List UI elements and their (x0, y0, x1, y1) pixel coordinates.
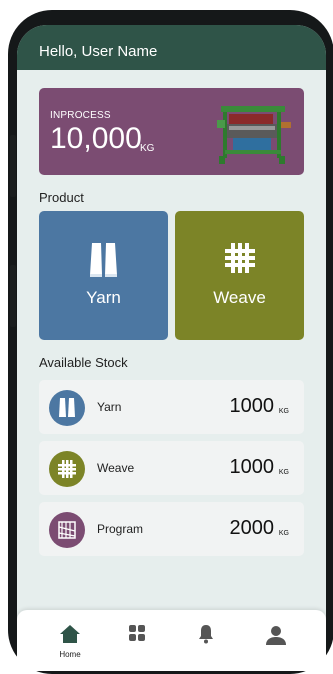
bottom-nav: Home (17, 610, 326, 671)
weave-pattern-icon (49, 451, 85, 487)
stock-section-title: Available Stock (39, 355, 128, 370)
nav-grid[interactable] (117, 624, 157, 647)
app-header: Hello, User Name (17, 25, 326, 70)
inprocess-card[interactable]: INPROCESS 10,000 KG (39, 88, 304, 175)
app-screen: Hello, User Name INPROCESS 10,000 KG Pro… (17, 25, 326, 671)
stock-unit: KG (278, 530, 289, 537)
weave-pattern-icon (224, 243, 255, 273)
stock-row-weave[interactable]: Weave 1000 KG (39, 441, 304, 495)
product-tile-weave[interactable]: Weave (175, 211, 304, 340)
stock-name: Yarn (97, 400, 122, 414)
yarn-spools-icon (49, 390, 85, 426)
side-button (10, 135, 16, 197)
product-section-title: Product (39, 190, 84, 205)
home-icon (60, 625, 80, 643)
stock-name: Weave (97, 461, 135, 475)
product-tile-yarn[interactable]: Yarn (39, 211, 168, 340)
stock-row-program[interactable]: Program 2000 KG (39, 502, 304, 556)
nav-home[interactable]: Home (50, 624, 90, 659)
stock-unit: KG (278, 408, 289, 415)
inprocess-unit: KG (140, 143, 155, 154)
stock-name: Program (97, 522, 144, 536)
program-pattern-icon (49, 512, 85, 548)
nav-profile[interactable] (256, 624, 296, 651)
stock-value: 1000 (229, 456, 275, 478)
side-button (10, 265, 16, 327)
nav-notifications[interactable] (186, 624, 226, 649)
loom-icon (217, 106, 291, 164)
greeting-text: Hello, User Name (39, 43, 158, 60)
grid-icon (129, 625, 145, 641)
stock-value: 1000 (229, 395, 275, 417)
inprocess-value: 10,000 (50, 122, 142, 155)
stock-value: 2000 (229, 517, 275, 539)
user-icon (266, 626, 286, 645)
product-tile-label: Weave (213, 288, 266, 307)
stock-row-yarn[interactable]: Yarn 1000 KG (39, 380, 304, 434)
yarn-spools-icon (89, 243, 117, 277)
inprocess-label: INPROCESS (50, 110, 111, 121)
stock-unit: KG (278, 469, 289, 476)
nav-home-label: Home (59, 650, 81, 659)
product-tile-label: Yarn (86, 288, 121, 307)
bell-icon (199, 625, 213, 644)
